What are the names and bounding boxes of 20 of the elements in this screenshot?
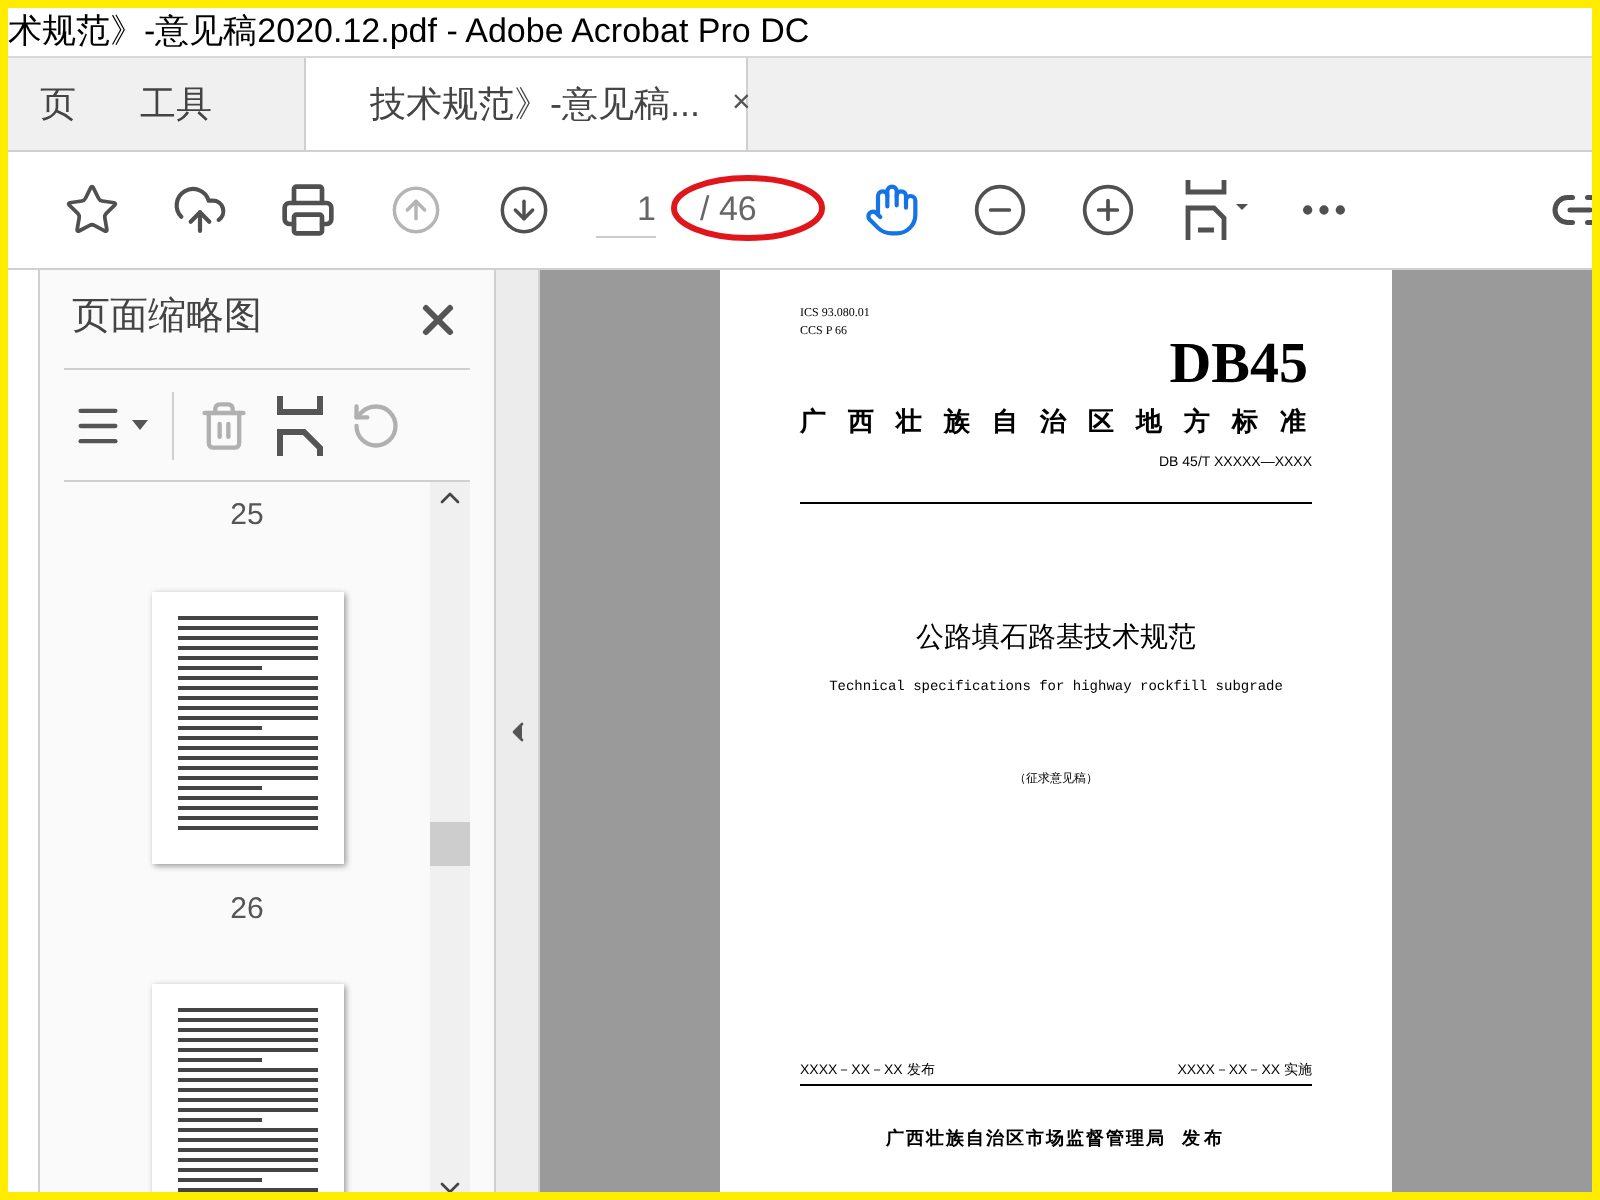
page-number-field[interactable]: 1 (596, 182, 656, 238)
document-title: 公路填石路基技术规范 (916, 618, 1196, 656)
page-label: 25 (230, 496, 264, 536)
page-total: / 46 (700, 188, 757, 233)
page-fit-icon[interactable] (1180, 174, 1253, 246)
standard-logo: DB45 (1169, 334, 1308, 394)
page-thumbnail[interactable] (151, 984, 343, 1192)
page-thumbnail[interactable] (151, 591, 343, 863)
scroll-thumb[interactable] (430, 821, 470, 865)
caret-icon (132, 420, 148, 430)
standard-authority: 广西壮族自治区地方标准 (800, 404, 1312, 440)
tab[interactable]: 技术规范》-意见稿... × (304, 58, 748, 150)
scrollbar[interactable] (430, 482, 470, 1192)
issuer: 广西壮族自治区市场监督管理局 (886, 1126, 1166, 1152)
page-label: 26 (230, 889, 264, 929)
close-tab-button[interactable]: × (732, 80, 751, 128)
window-title: 术规范》-意见稿2020.12.pdf - Adobe Acrobat Pro DC (8, 10, 812, 55)
panel-title: 页面缩略图 (72, 294, 262, 343)
issuer-suffix: 发布 (1182, 1126, 1226, 1152)
page-insert-icon[interactable] (274, 395, 326, 455)
